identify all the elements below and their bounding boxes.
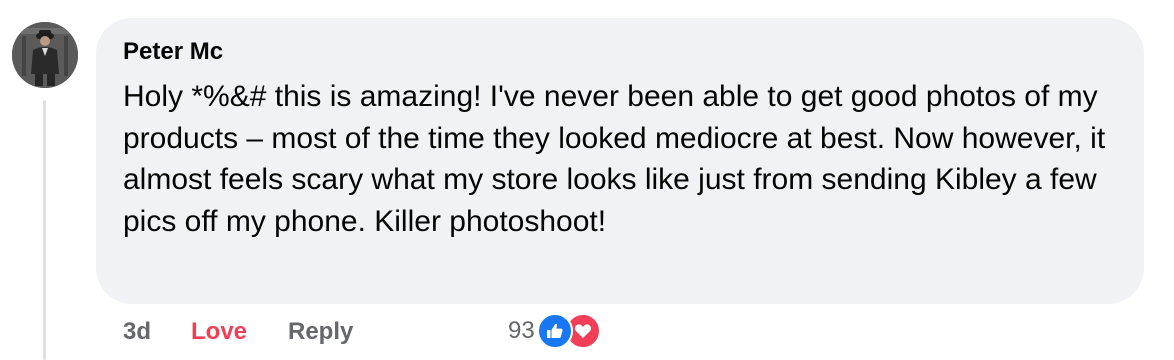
thread-line [43, 100, 46, 360]
comment: Peter Mc Holy *%&# this is amazing! I've… [0, 0, 1174, 360]
reaction-count: 93 [508, 317, 535, 344]
person-avatar-icon [12, 22, 78, 88]
timestamp[interactable]: 3d [123, 318, 151, 346]
comment-text: Holy *%&# this is amazing! I've never be… [123, 80, 1106, 238]
avatar[interactable] [12, 22, 78, 88]
love-button[interactable]: Love [191, 318, 247, 346]
like-icon [536, 313, 573, 349]
reply-button[interactable]: Reply [288, 318, 353, 346]
author-name[interactable]: Peter Mc [123, 38, 223, 66]
reactions-summary[interactable]: 93 [508, 313, 601, 349]
